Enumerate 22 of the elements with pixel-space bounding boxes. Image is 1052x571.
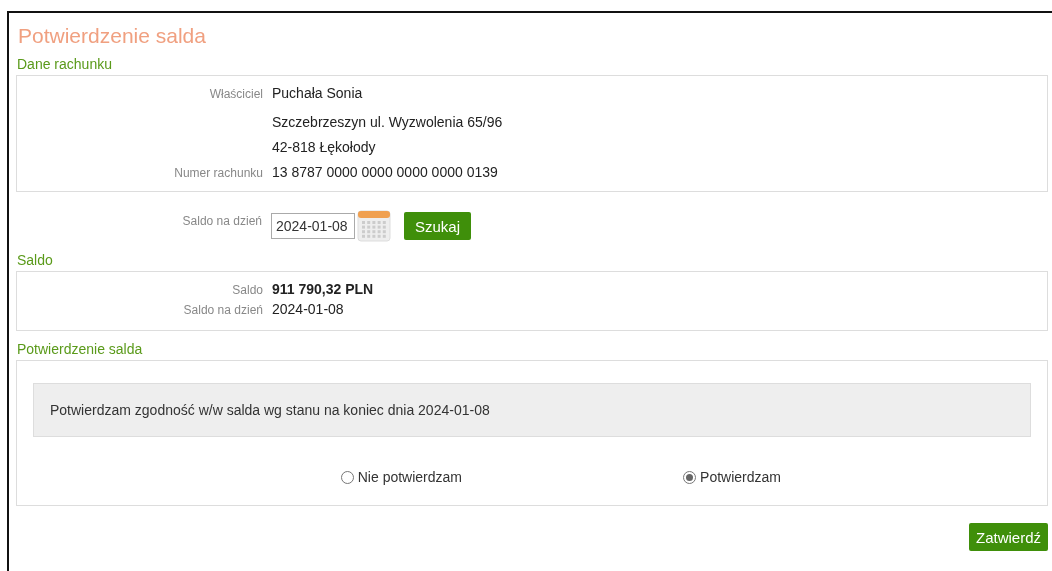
radio-option[interactable]: Potwierdzam xyxy=(683,469,781,485)
field-label: Saldo na dzień xyxy=(181,213,262,228)
page-title: Potwierdzenie salda xyxy=(17,23,207,49)
radio-option[interactable]: Nie potwierdzam xyxy=(340,469,462,485)
section-heading: Potwierdzenie salda xyxy=(16,340,144,359)
field-label: Właściciel xyxy=(208,87,263,101)
date-field[interactable]: 2024-01-08 xyxy=(271,213,355,239)
field-value: Szczebrzeszyn ul. Wyzwolenia 65/96 xyxy=(272,114,504,130)
submit-button[interactable]: Zatwierdź xyxy=(968,523,1048,551)
search-button[interactable]: Szukaj xyxy=(404,212,472,240)
field-label: Saldo xyxy=(231,283,263,297)
section-heading: Dane rachunku xyxy=(16,55,113,74)
field-value: Puchała Sonia xyxy=(272,85,364,101)
field-value: 2024-01-08 xyxy=(272,301,345,317)
calendar-icon[interactable] xyxy=(357,210,391,242)
section-heading: Saldo xyxy=(16,251,54,270)
field-value: 13 8787 0000 0000 0000 0000 0139 xyxy=(272,164,499,180)
field-value: 42-818 Łękołody xyxy=(272,139,377,155)
confirmation-statement: Potwierdzam zgodność w/w salda wg stanu na koniec dnia 2024-01-08 xyxy=(33,383,1031,437)
field-value: 911 790,32 PLN xyxy=(272,281,375,297)
field-label: Numer rachunku xyxy=(173,166,263,180)
field-label: Saldo na dzień xyxy=(182,303,263,317)
